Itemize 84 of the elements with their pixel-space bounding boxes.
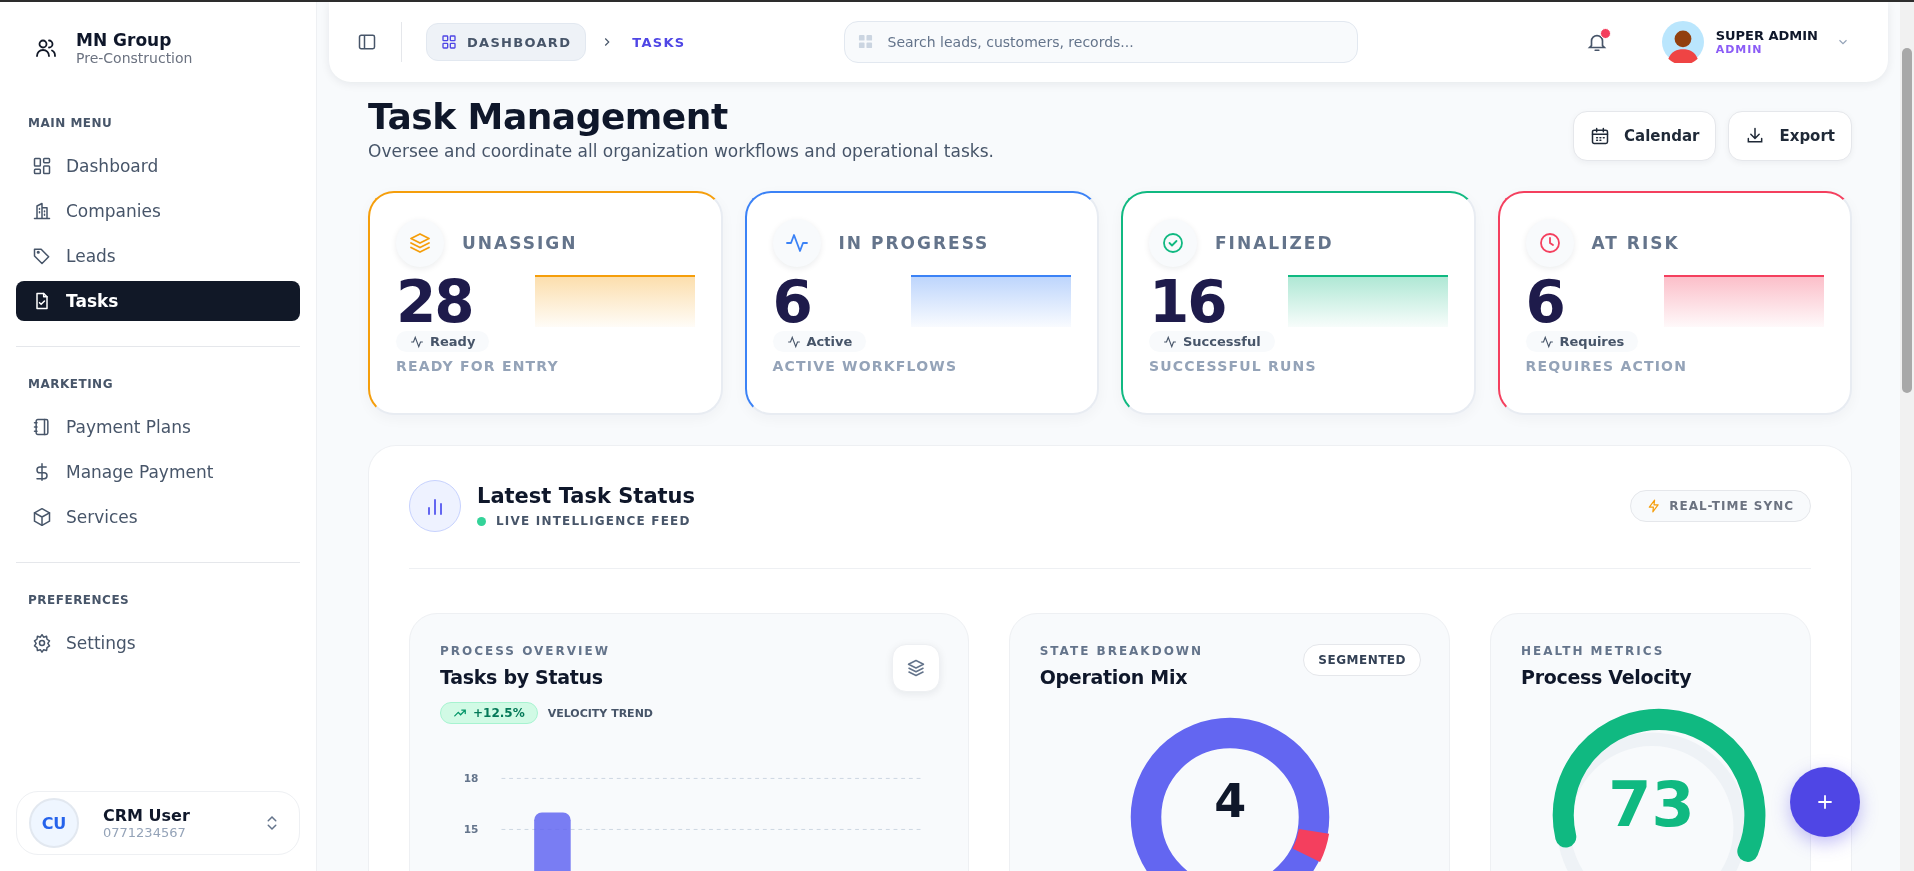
export-button[interactable]: Export	[1728, 111, 1852, 161]
avatar-icon	[1661, 21, 1704, 63]
pulse-icon	[1539, 334, 1554, 349]
stat-caption: READY FOR ENTRY	[396, 358, 560, 374]
page-title: Task Management	[368, 96, 729, 137]
calendar-icon	[1590, 126, 1611, 146]
user-name: CRM User	[103, 806, 191, 825]
nav-item[interactable]: Settings	[16, 623, 300, 663]
stat-badge: Successful	[1149, 331, 1275, 352]
panel-eyebrow: HEALTH METRICS	[1521, 644, 1666, 658]
section-heading: MAIN MENU	[27, 116, 114, 130]
layers-icon	[905, 658, 926, 678]
breadcrumb-link[interactable]: TASKS	[628, 24, 690, 60]
live-dot	[477, 516, 486, 526]
layers-icon	[408, 231, 432, 255]
stat-badge: Active	[772, 331, 867, 352]
notebook-icon	[32, 417, 52, 437]
clock-icon	[1537, 231, 1562, 255]
building-icon	[32, 201, 52, 221]
stat-label: AT RISK	[1591, 233, 1680, 253]
gear-icon	[32, 633, 52, 653]
brand-subtitle: Pre-Construction	[76, 50, 193, 66]
calendar-button[interactable]: Calendar	[1573, 111, 1717, 161]
pulse-icon	[410, 334, 424, 349]
grid-icon	[857, 34, 873, 49]
section-heading: MARKETING	[27, 377, 114, 391]
donut-center-value: 4	[1213, 774, 1248, 828]
nav-item[interactable]: Dashboard	[16, 146, 300, 186]
stat-badge: Ready	[396, 331, 490, 352]
nav-item[interactable]: Tasks	[16, 281, 300, 321]
pulse-icon	[784, 231, 809, 255]
search-field[interactable]: Search leads, customers, records...	[843, 21, 1358, 63]
grid-icon	[441, 34, 457, 50]
segmented-chip: SEGMENTED	[1303, 644, 1421, 676]
panel-title: Tasks by Status	[440, 666, 604, 688]
trend-badge: +12.5%	[440, 702, 538, 724]
profile-menu[interactable]: SUPER ADMIN ADMIN	[1661, 21, 1850, 63]
page-subtitle: Oversee and coordinate all organization workflows and operational tasks.	[368, 141, 994, 161]
feed-label: LIVE INTELLIGENCE FEED	[496, 514, 691, 528]
panel-eyebrow: PROCESS OVERVIEW	[440, 644, 610, 658]
user-phone: 0771234567	[103, 825, 187, 840]
stat-value: 6	[1525, 273, 1564, 331]
breadcrumb-link[interactable]: DASHBOARD	[426, 23, 587, 61]
panel-title: Process Velocity	[1521, 666, 1692, 688]
stat-label: UNASSIGN	[462, 233, 578, 253]
user-card[interactable]: CU CRM User 0771234567	[16, 791, 300, 855]
brand-name: MN Group	[76, 30, 173, 50]
box-icon	[32, 507, 52, 527]
stat-caption: SUCCESSFUL RUNS	[1149, 358, 1318, 374]
stat-caption: REQUIRES ACTION	[1525, 358, 1689, 374]
nav-item[interactable]: Payment Plans	[16, 407, 300, 447]
check-circle-icon	[1161, 231, 1185, 255]
section-heading: PREFERENCES	[27, 593, 131, 607]
nav-item[interactable]: Leads	[16, 236, 300, 276]
sidebar-toggle-icon[interactable]	[357, 32, 377, 52]
profile-role: ADMIN	[1715, 43, 1764, 56]
user-avatar: CU	[29, 798, 79, 848]
stat-badge: Requires	[1525, 331, 1639, 352]
trend-up-icon	[453, 706, 467, 720]
stat-caption: ACTIVE WORKFLOWS	[772, 358, 959, 374]
panel-eyebrow: STATE BREAKDOWN	[1039, 644, 1204, 658]
stat-value: 6	[772, 273, 811, 331]
section-title: Latest Task Status	[477, 484, 696, 508]
sync-chip: REAL-TIME SYNC	[1630, 490, 1811, 522]
stat-value: 28	[396, 273, 473, 331]
profile-name: SUPER ADMIN	[1715, 28, 1818, 43]
nav-item[interactable]: Companies	[16, 191, 300, 231]
stat-value: 16	[1149, 273, 1226, 331]
gauge-value: 73	[1607, 768, 1696, 841]
nav-item[interactable]: Services	[16, 497, 300, 537]
axis-tick-label: 18	[463, 772, 479, 785]
stat-label: FINALIZED	[1215, 233, 1334, 253]
nav-item[interactable]: Manage Payment	[16, 452, 300, 492]
pulse-icon	[1163, 334, 1177, 349]
tag-icon	[32, 246, 52, 266]
layers-button[interactable]	[891, 644, 940, 692]
stat-label: IN PROGRESS	[838, 233, 990, 253]
panel-title: Operation Mix	[1039, 666, 1189, 688]
trend-label: VELOCITY TREND	[547, 706, 653, 720]
lightning-icon	[1647, 499, 1662, 513]
axis-tick-label: 15	[463, 823, 479, 836]
scrollbar[interactable]	[1900, 2, 1914, 871]
grid-icon	[32, 156, 52, 176]
pulse-icon	[786, 334, 801, 349]
